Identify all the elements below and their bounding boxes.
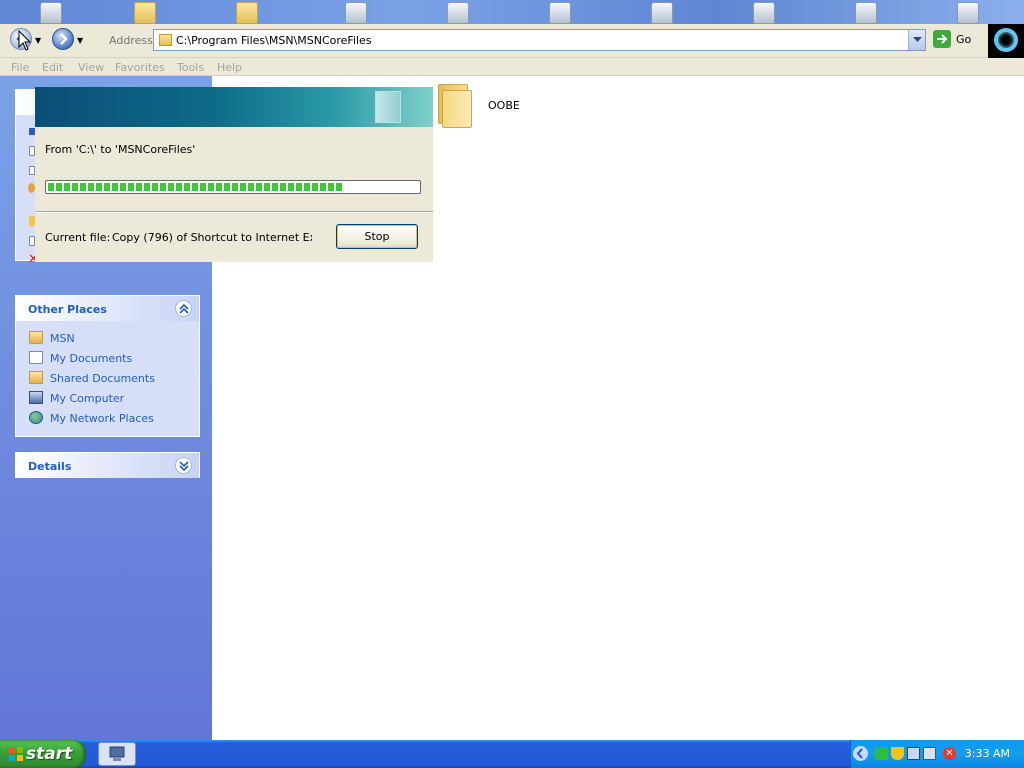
other-places-panel: Other Places MSN My Documents Shared Doc…	[15, 295, 200, 437]
progress-fill	[48, 183, 344, 191]
start-label: start	[26, 744, 73, 764]
menu-tools[interactable]: Tools	[177, 61, 204, 74]
go-button[interactable]: Go	[933, 30, 981, 50]
recycle-bin-icon[interactable]	[447, 2, 469, 24]
recycle-bin-icon[interactable]	[855, 2, 877, 24]
place-shared-documents[interactable]: Shared Documents	[16, 368, 199, 388]
folder-label-oobe[interactable]: OOBE	[488, 99, 520, 112]
other-places-header[interactable]: Other Places	[16, 296, 199, 321]
forward-dropdown-icon[interactable]: ▼	[77, 36, 83, 45]
folder-icon	[29, 331, 43, 344]
computer-icon	[109, 746, 125, 761]
recycle-bin-icon[interactable]	[345, 2, 367, 24]
place-my-computer[interactable]: My Computer	[16, 388, 199, 408]
menu-favorites[interactable]: Favorites	[115, 61, 165, 74]
expand-button[interactable]	[175, 457, 192, 474]
stop-button[interactable]: Stop	[336, 224, 418, 249]
recycle-bin-icon[interactable]	[651, 2, 673, 24]
forward-button[interactable]	[52, 28, 74, 50]
collapse-chevron-icon	[179, 304, 189, 314]
close-red-icon[interactable]: ✕	[943, 747, 956, 760]
volume-icon[interactable]	[907, 747, 920, 760]
current-file-value: Copy (796) of Shortcut to Internet Explo…	[112, 231, 312, 244]
folder-icon[interactable]	[438, 84, 474, 128]
network-icon[interactable]	[875, 747, 888, 760]
place-label[interactable]: My Computer	[50, 392, 124, 405]
chevron-left-icon	[856, 748, 863, 759]
folder-icon[interactable]	[134, 2, 156, 24]
other-places-title: Other Places	[28, 303, 107, 316]
current-file-label: Current file:	[45, 231, 111, 244]
clock[interactable]: 3:33 AM	[965, 747, 1010, 760]
display-icon[interactable]	[923, 747, 936, 760]
address-input[interactable]: C:\Program Files\MSN\MSNCoreFiles	[176, 34, 372, 47]
folder-icon[interactable]	[236, 2, 258, 24]
windows-flag-icon	[9, 747, 23, 761]
copy-from-text: From 'C:\' to 'MSNCoreFiles'	[45, 143, 196, 156]
expand-chevron-icon	[179, 461, 189, 471]
windows-throbber	[988, 24, 1024, 58]
shield-icon[interactable]	[891, 747, 904, 760]
shared-folder-icon	[29, 371, 43, 384]
menu-view[interactable]: View	[78, 61, 104, 74]
recycle-bin-icon[interactable]	[957, 2, 979, 24]
place-label[interactable]: MSN	[50, 332, 75, 345]
dialog-banner	[35, 87, 433, 127]
throbber-ring-icon	[994, 28, 1018, 52]
globe-icon	[28, 183, 35, 193]
system-tray: ✕ 3:33 AM	[850, 740, 1024, 768]
folder-icon	[159, 34, 172, 46]
progress-bar	[45, 180, 421, 194]
address-dropdown-button[interactable]	[908, 30, 925, 50]
taskbar: start ✕ 3:33 AM	[0, 740, 1024, 768]
go-label: Go	[956, 33, 972, 46]
document-icon	[375, 91, 401, 123]
copy-progress-dialog: From 'C:\' to 'MSNCoreFiles' Current fil…	[35, 87, 433, 262]
computer-icon	[29, 391, 43, 404]
desktop-background	[0, 0, 1024, 24]
place-my-documents[interactable]: My Documents	[16, 348, 199, 368]
place-label[interactable]: My Documents	[50, 352, 132, 365]
place-label[interactable]: My Network Places	[50, 412, 154, 425]
back-dropdown-icon[interactable]: ▼	[35, 36, 41, 45]
details-title: Details	[28, 460, 72, 473]
menu-edit[interactable]: Edit	[42, 61, 63, 74]
address-label: Address	[109, 34, 153, 47]
explorer-toolbar: ▼ ▼ Address C:\Program Files\MSN\MSNCore…	[0, 24, 988, 58]
mouse-cursor-icon	[18, 30, 32, 51]
details-header[interactable]: Details	[16, 453, 199, 478]
menu-bar: File Edit View Favorites Tools Help	[0, 58, 1024, 76]
place-my-network-places[interactable]: My Network Places	[16, 408, 199, 428]
recycle-bin-icon[interactable]	[40, 2, 62, 24]
menu-file[interactable]: File	[11, 61, 29, 74]
show-hidden-icons-button[interactable]	[853, 746, 868, 761]
address-bar[interactable]: C:\Program Files\MSN\MSNCoreFiles	[153, 29, 926, 51]
go-arrow-icon	[933, 30, 951, 48]
chevron-down-icon	[913, 37, 922, 42]
details-panel: Details	[15, 452, 200, 478]
menu-help[interactable]: Help	[217, 61, 242, 74]
taskbar-explorer-item[interactable]	[98, 742, 136, 766]
start-button[interactable]: start	[0, 740, 86, 768]
place-msn[interactable]: MSN	[16, 328, 199, 348]
my-documents-icon	[29, 351, 43, 364]
divider	[35, 211, 433, 213]
recycle-bin-icon[interactable]	[753, 2, 775, 24]
collapse-button[interactable]	[175, 300, 192, 317]
recycle-bin-icon[interactable]	[549, 2, 571, 24]
place-label[interactable]: Shared Documents	[50, 372, 155, 385]
forward-icon	[60, 33, 68, 45]
network-icon	[29, 411, 43, 424]
